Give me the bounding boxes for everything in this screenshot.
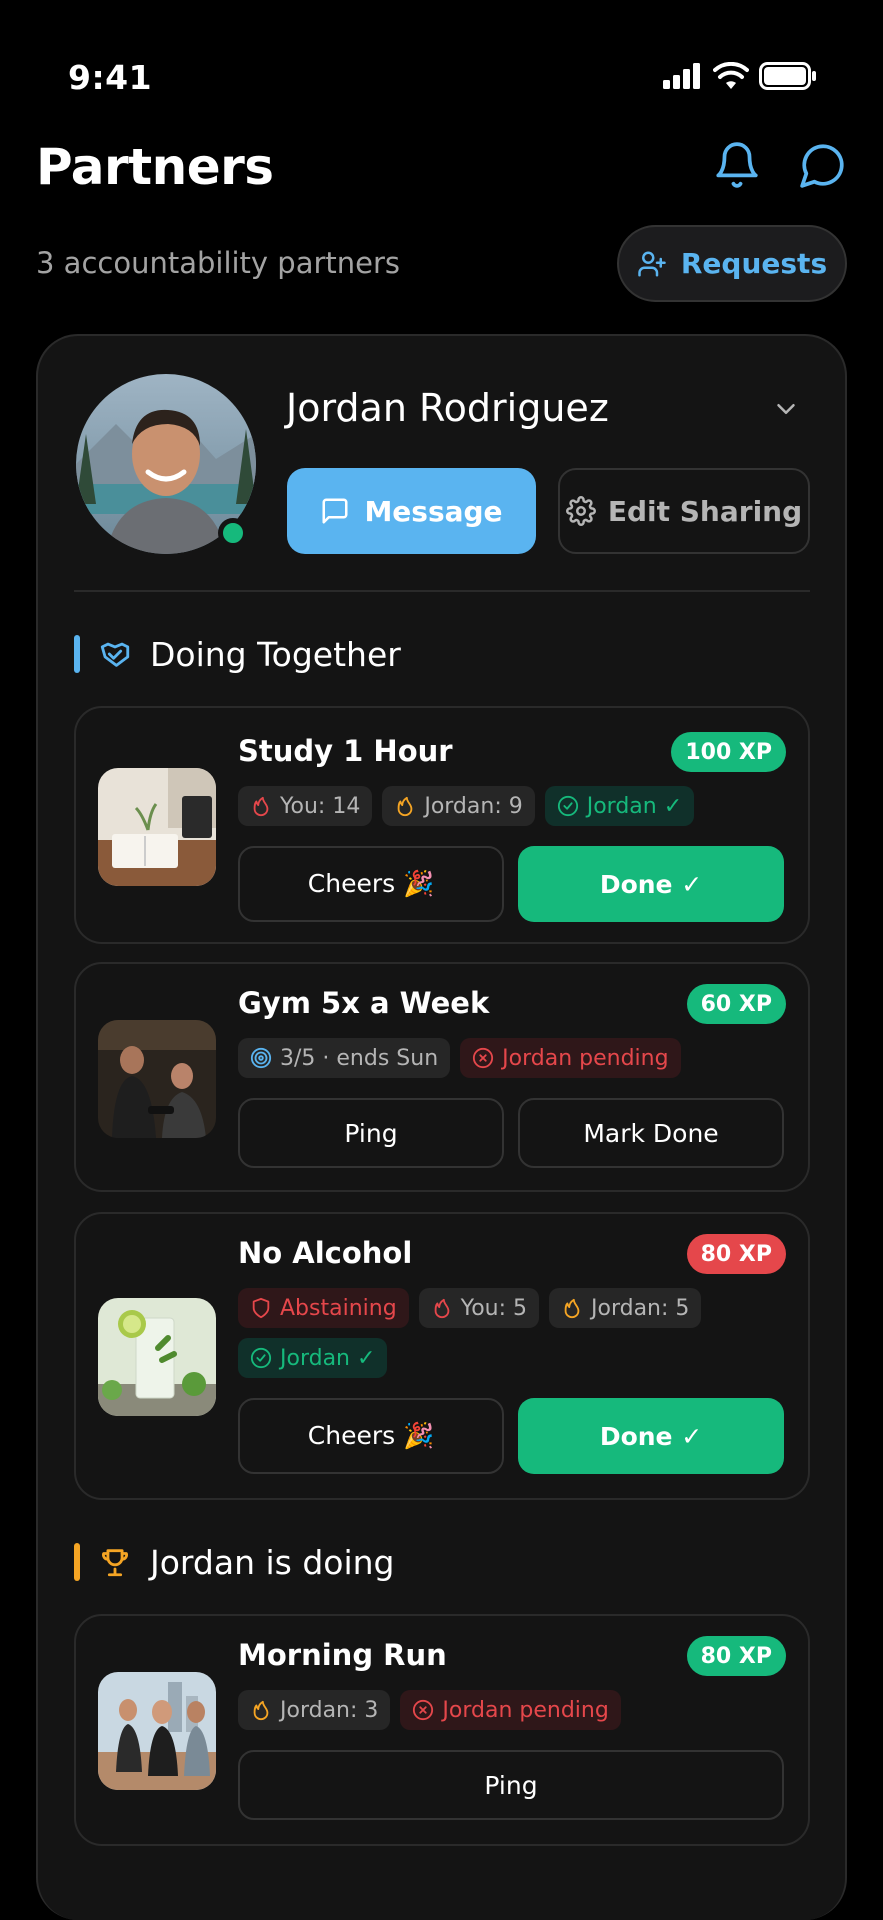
streak-chip: You: 5	[418, 1288, 539, 1328]
divider	[74, 590, 810, 592]
page-title: Partners	[36, 138, 274, 196]
cellular-signal-icon	[663, 63, 700, 89]
streak-chip: Jordan: 9	[382, 786, 535, 826]
message-icon	[322, 498, 348, 524]
progress-chip: 3/5 · ends Sun	[238, 1038, 451, 1078]
task-thumbnail	[98, 1298, 216, 1416]
xp-badge: 80 XP	[686, 1234, 786, 1274]
wifi-icon	[713, 62, 749, 89]
user-plus-icon	[638, 251, 666, 276]
ping-button[interactable]: Ping	[238, 1098, 504, 1168]
status-bar: 9:41	[0, 0, 883, 150]
flame-icon	[397, 796, 413, 817]
trophy-icon	[102, 1549, 128, 1577]
task-thumbnail	[98, 1672, 216, 1790]
handshake-icon	[100, 642, 130, 667]
chevron-down-icon[interactable]	[771, 394, 801, 424]
flame-icon	[253, 1700, 269, 1721]
message-button[interactable]: Message	[287, 468, 536, 554]
task-title: Study 1 Hour	[238, 734, 453, 768]
status-badge: Jordan pending	[460, 1038, 681, 1078]
task-card-no-alcohol: No Alcohol 80 XP Abstaining You: 5 Jorda…	[74, 1212, 810, 1500]
task-card-morning-run: Morning Run 80 XP Jordan: 3 Jordan pendi…	[74, 1614, 810, 1846]
task-thumbnail	[98, 768, 216, 886]
shield-icon	[252, 1297, 270, 1319]
status-badge: Abstaining	[238, 1288, 409, 1328]
status-badge: Jordan ✓	[544, 786, 695, 826]
task-thumbnail	[98, 1020, 216, 1138]
partner-count: 3 accountability partners	[36, 246, 401, 280]
xp-badge: 60 XP	[686, 984, 786, 1024]
task-title: Gym 5x a Week	[238, 986, 490, 1020]
online-status-dot	[218, 518, 248, 548]
flame-icon	[434, 1298, 450, 1319]
section-partner-doing: Jordan is doing	[74, 1542, 395, 1582]
section-title: Jordan is doing	[150, 1542, 395, 1582]
section-title: Doing Together	[150, 634, 401, 674]
done-button[interactable]: Done ✓	[518, 1398, 784, 1474]
streak-chip: Jordan: 5	[549, 1288, 702, 1328]
chat-icon[interactable]	[798, 140, 848, 190]
gear-icon	[565, 496, 596, 526]
streak-chip: Jordan: 3	[238, 1690, 391, 1730]
edit-sharing-button[interactable]: Edit Sharing	[558, 468, 810, 554]
partner-name: Jordan Rodriguez	[286, 386, 609, 430]
requests-button[interactable]: Requests	[617, 225, 847, 302]
status-badge: Jordan ✓	[238, 1338, 388, 1378]
flame-icon	[253, 796, 269, 817]
check-circle-icon	[250, 1347, 272, 1369]
section-doing-together: Doing Together	[74, 634, 401, 674]
task-card-gym: Gym 5x a Week 60 XP 3/5 · ends Sun Jorda…	[74, 962, 810, 1192]
streak-chip: You: 14	[238, 786, 373, 826]
cheers-button[interactable]: Cheers 🎉	[238, 846, 504, 922]
xp-badge: 80 XP	[686, 1636, 786, 1676]
xp-badge: 100 XP	[671, 732, 786, 772]
task-card-study: Study 1 Hour 100 XP You: 14 Jordan: 9 Jo…	[74, 706, 810, 944]
cheers-button[interactable]: Cheers 🎉	[238, 1398, 504, 1474]
edit-sharing-label: Edit Sharing	[607, 494, 803, 528]
ping-button[interactable]: Ping	[238, 1750, 784, 1820]
check-circle-icon	[557, 795, 578, 817]
requests-label: Requests	[680, 247, 828, 280]
battery-icon	[759, 62, 816, 90]
status-time: 9:41	[68, 58, 153, 97]
done-button[interactable]: Done ✓	[518, 846, 784, 922]
mark-done-button[interactable]: Mark Done	[518, 1098, 784, 1168]
target-icon	[250, 1047, 272, 1069]
x-circle-icon	[413, 1699, 434, 1721]
task-title: Morning Run	[238, 1638, 447, 1672]
task-title: No Alcohol	[238, 1236, 413, 1270]
x-circle-icon	[473, 1047, 494, 1069]
message-label: Message	[364, 494, 503, 528]
status-badge: Jordan pending	[400, 1690, 621, 1730]
partner-card: Jordan Rodriguez Message Edit Sharing Do…	[36, 334, 847, 1920]
flame-icon	[564, 1298, 580, 1319]
page-header: Partners	[36, 130, 848, 210]
bell-icon[interactable]	[712, 140, 762, 190]
